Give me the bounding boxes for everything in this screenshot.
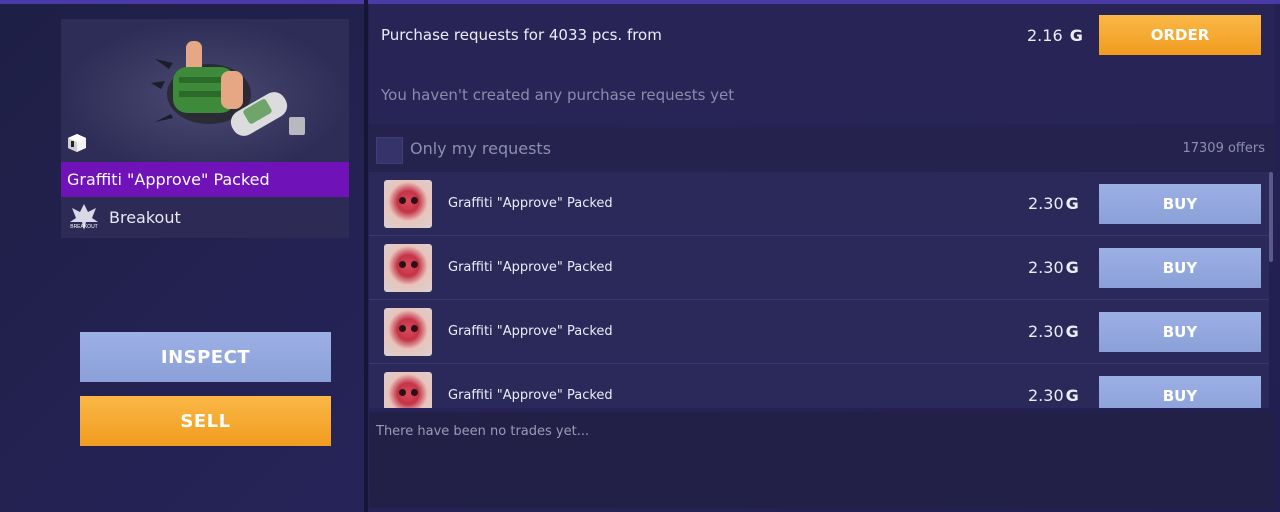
no-requests-text: You haven't created any purchase request… — [381, 86, 735, 104]
buy-button[interactable]: BUY — [1099, 184, 1261, 224]
offers-scrollbar[interactable] — [1269, 172, 1273, 262]
item-title: Graffiti "Approve" Packed — [61, 162, 349, 197]
item-card: Graffiti "Approve" Packed BREAKOUT Break… — [61, 19, 349, 238]
only-my-requests-label[interactable]: Only my requests — [410, 139, 551, 158]
offer-price: 2.30 G — [1028, 386, 1079, 405]
box-icon — [68, 134, 86, 152]
buy-button[interactable]: BUY — [1099, 312, 1261, 352]
offers-list[interactable]: Graffiti "Approve" Packed 2.30 G BUY Graf… — [369, 172, 1269, 408]
offer-row: Graffiti "Approve" Packed 2.30 G BUY — [369, 364, 1269, 408]
gold-coin-icon: G — [1065, 194, 1079, 213]
offer-thumbnail — [384, 180, 432, 228]
offer-row: Graffiti "Approve" Packed 2.30 G BUY — [369, 172, 1269, 236]
buy-button[interactable]: BUY — [1099, 376, 1261, 408]
gold-coin-icon: G — [1065, 386, 1079, 405]
offer-thumbnail — [384, 372, 432, 408]
offer-thumbnail — [384, 308, 432, 356]
offers-count: 17309 offers — [1182, 141, 1265, 156]
purchase-requests-panel: Purchase requests for 4033 pcs. from 2.1… — [369, 4, 1275, 124]
sell-button[interactable]: SELL — [80, 396, 331, 446]
only-my-requests-checkbox[interactable] — [376, 137, 403, 164]
order-button[interactable]: ORDER — [1099, 15, 1261, 55]
inspect-button[interactable]: INSPECT — [80, 332, 331, 382]
panel-divider — [364, 0, 368, 512]
collection-row: BREAKOUT Breakout — [61, 197, 349, 238]
offer-name: Graffiti "Approve" Packed — [448, 324, 613, 339]
buy-button[interactable]: BUY — [1099, 248, 1261, 288]
offer-price: 2.30 G — [1028, 322, 1079, 341]
offer-name: Graffiti "Approve" Packed — [448, 388, 613, 403]
offer-price: 2.30 G — [1028, 258, 1079, 277]
offer-row: Graffiti "Approve" Packed 2.30 G BUY — [369, 300, 1269, 364]
breakout-logo-icon: BREAKOUT — [70, 204, 98, 230]
offer-row: Graffiti "Approve" Packed 2.30 G BUY — [369, 236, 1269, 300]
filter-row: Only my requests 17309 offers — [369, 127, 1275, 171]
item-preview — [61, 19, 349, 162]
offer-thumbnail — [384, 244, 432, 292]
gold-coin-icon: G — [1065, 322, 1079, 341]
offer-name: Graffiti "Approve" Packed — [448, 196, 613, 211]
purchase-price-value: 2.16 — [1027, 26, 1063, 45]
no-trades-text: There have been no trades yet... — [376, 424, 590, 439]
gold-coin-icon: G — [1065, 258, 1079, 277]
thumbs-up-graffiti-icon — [151, 41, 305, 136]
purchase-price: 2.16 G — [1027, 26, 1083, 45]
svg-text:BREAKOUT: BREAKOUT — [70, 224, 98, 230]
purchase-requests-text: Purchase requests for 4033 pcs. from — [381, 26, 662, 44]
offer-price: 2.30 G — [1028, 194, 1079, 213]
trades-panel: There have been no trades yet... — [369, 412, 1275, 508]
collection-name: Breakout — [109, 208, 181, 227]
offer-name: Graffiti "Approve" Packed — [448, 260, 613, 275]
gold-coin-icon: G — [1069, 26, 1083, 45]
